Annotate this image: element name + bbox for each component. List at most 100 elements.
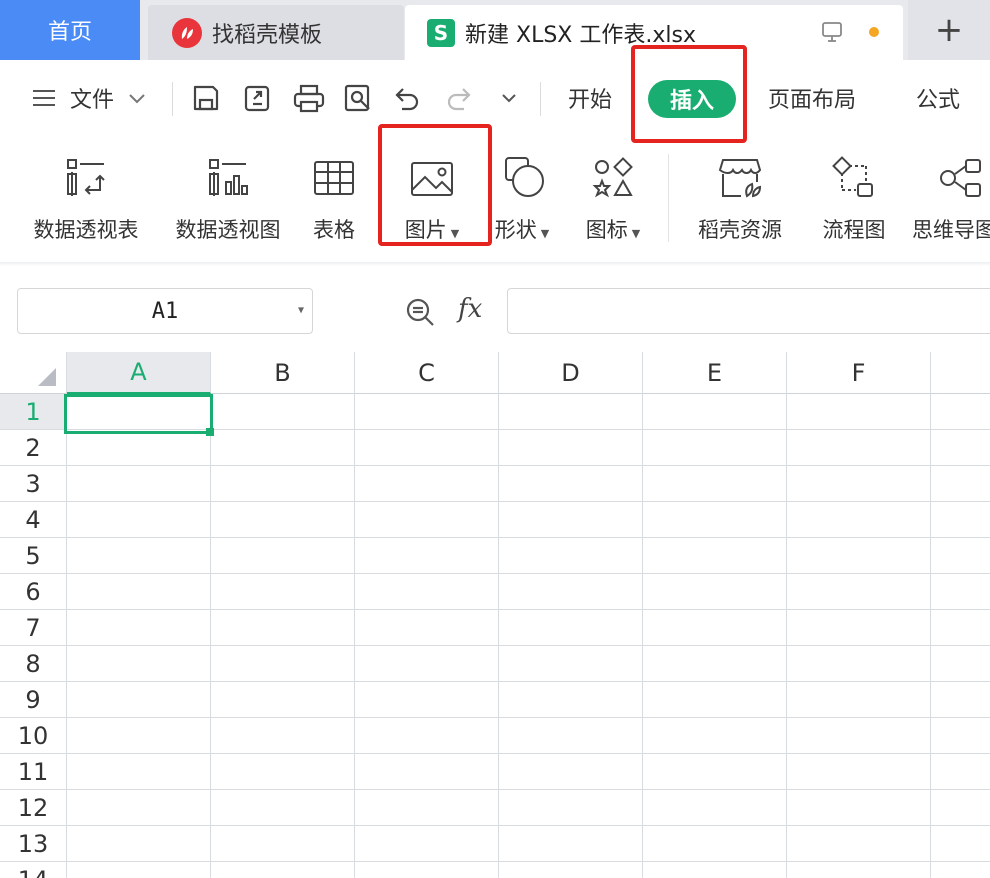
tab-formulas[interactable]: 公式 [916, 60, 960, 136]
table-label: 表格 [313, 218, 355, 242]
redo-icon[interactable] [444, 60, 474, 136]
tab-home-ribbon[interactable]: 开始 [568, 60, 612, 136]
chevron-down-icon [129, 94, 145, 104]
monitor-icon[interactable] [820, 20, 846, 48]
quick-toolbar: 文件 开始 页面布局 公式 [0, 60, 990, 136]
row-header[interactable]: 6 [0, 574, 67, 610]
undo-icon[interactable] [392, 60, 422, 136]
insert-ribbon: 数据透视表 数据透视图 表格 图片 ▼ 形状 ▼ 图标 ▼ 稻壳资源 流程图 思… [0, 136, 990, 264]
file-menu-label: 文件 [70, 88, 115, 113]
row-header[interactable]: 3 [0, 466, 67, 502]
row-header[interactable]: 8 [0, 646, 67, 682]
column-header-g[interactable] [931, 352, 990, 394]
column-header-e[interactable]: E [643, 352, 787, 394]
table-icon [312, 136, 356, 204]
column-header-b[interactable]: B [211, 352, 355, 394]
grid-line [67, 789, 990, 790]
export-icon[interactable] [242, 60, 274, 136]
column-header-a[interactable]: A [67, 352, 211, 394]
table-button[interactable]: 表格 [302, 136, 366, 264]
print-icon[interactable] [292, 60, 326, 136]
pivot-table-label: 数据透视表 [33, 218, 139, 242]
toolbar-divider [540, 82, 541, 116]
column-header-c[interactable]: C [355, 352, 499, 394]
zoom-out-icon[interactable] [404, 296, 438, 332]
mindmap-label: 思维导图 [912, 218, 990, 242]
picture-label-text: 图片 [404, 218, 447, 242]
flowchart-button[interactable]: 流程图 [814, 136, 894, 264]
tab-daoke-templates[interactable]: 找稻壳模板 [148, 5, 404, 60]
grid-line [67, 717, 990, 718]
column-header-f[interactable]: F [787, 352, 931, 394]
select-all-corner[interactable] [0, 352, 67, 394]
row-header[interactable]: 4 [0, 502, 67, 538]
row-header[interactable]: 7 [0, 610, 67, 646]
grid-line [67, 753, 990, 754]
mindmap-icon [912, 136, 986, 204]
grid-line [67, 825, 990, 826]
grid-line [210, 394, 211, 878]
flowchart-label: 流程图 [822, 218, 886, 242]
tab-home-label: 首页 [47, 20, 92, 45]
row-header[interactable]: 5 [0, 538, 67, 574]
tab-bar: 首页 找稻壳模板 S 新建 XLSX 工作表.xlsx + [0, 0, 990, 60]
print-preview-icon[interactable] [342, 60, 374, 136]
function-icon[interactable]: fx [458, 294, 482, 324]
pivot-chart-icon [206, 136, 250, 204]
tab-page-layout[interactable]: 页面布局 [768, 60, 856, 136]
row-header[interactable]: 9 [0, 682, 67, 718]
grid-line [67, 537, 990, 538]
tab-active-label: 新建 XLSX 工作表.xlsx [465, 22, 696, 48]
row-header[interactable]: 12 [0, 790, 67, 826]
grid-line [786, 394, 787, 878]
icon-library-label: 图标 ▼ [586, 214, 640, 244]
grid-line [67, 465, 990, 466]
grid-line [354, 394, 355, 878]
selected-cell-a1[interactable] [64, 394, 213, 434]
shape-button[interactable]: 形状 ▼ [488, 136, 556, 264]
grid-line [67, 645, 990, 646]
tab-insert[interactable]: 插入 [648, 80, 736, 118]
shape-icon [497, 136, 547, 204]
caret-down-icon[interactable]: ▼ [298, 305, 304, 316]
pivot-chart-label: 数据透视图 [175, 218, 281, 242]
formula-bar: A1 ▼ fx [0, 266, 990, 352]
name-box[interactable]: A1 ▼ [17, 288, 313, 334]
icon-library-button[interactable]: 图标 ▼ [574, 136, 652, 264]
new-tab-button[interactable]: + [908, 0, 990, 60]
daoke-resource-button[interactable]: 稻壳资源 [690, 136, 790, 264]
name-box-value: A1 [151, 298, 179, 324]
row-header[interactable]: 14 [0, 862, 67, 878]
more-dropdown-icon[interactable] [500, 60, 518, 136]
shape-label-text: 形状 [494, 218, 537, 242]
fill-handle[interactable] [206, 428, 214, 436]
save-icon[interactable] [190, 60, 222, 136]
store-icon [717, 136, 763, 204]
grid-line [67, 861, 990, 862]
picture-icon [409, 136, 455, 204]
pivot-table-icon [64, 136, 108, 204]
select-all-icon [38, 368, 56, 386]
status-dot-icon [869, 27, 879, 37]
picture-label: 图片 ▼ [405, 214, 459, 244]
pivot-chart-button[interactable]: 数据透视图 [166, 136, 290, 264]
grid-line [67, 609, 990, 610]
row-header[interactable]: 13 [0, 826, 67, 862]
row-header[interactable]: 11 [0, 754, 67, 790]
tab-home[interactable]: 首页 [0, 0, 140, 60]
spreadsheet-grid: A B C D E F 1 2 3 4 5 6 7 8 9 10 11 12 1… [0, 352, 990, 878]
pivot-table-button[interactable]: 数据透视表 [24, 136, 148, 264]
picture-button[interactable]: 图片 ▼ [386, 136, 478, 264]
row-header[interactable]: 2 [0, 430, 67, 466]
row-header[interactable]: 10 [0, 718, 67, 754]
file-menu[interactable]: 文件 [30, 60, 146, 136]
grid-line [498, 394, 499, 878]
spreadsheet-logo-icon: S [427, 18, 455, 47]
ribbon-divider [668, 154, 669, 242]
formula-input[interactable] [507, 288, 990, 334]
mindmap-button[interactable]: 思维导图 [912, 136, 990, 264]
row-header[interactable]: 1 [0, 394, 67, 430]
tab-daoke-label: 找稻壳模板 [212, 22, 323, 48]
column-header-d[interactable]: D [499, 352, 643, 394]
caret-down-icon: ▼ [540, 227, 550, 240]
